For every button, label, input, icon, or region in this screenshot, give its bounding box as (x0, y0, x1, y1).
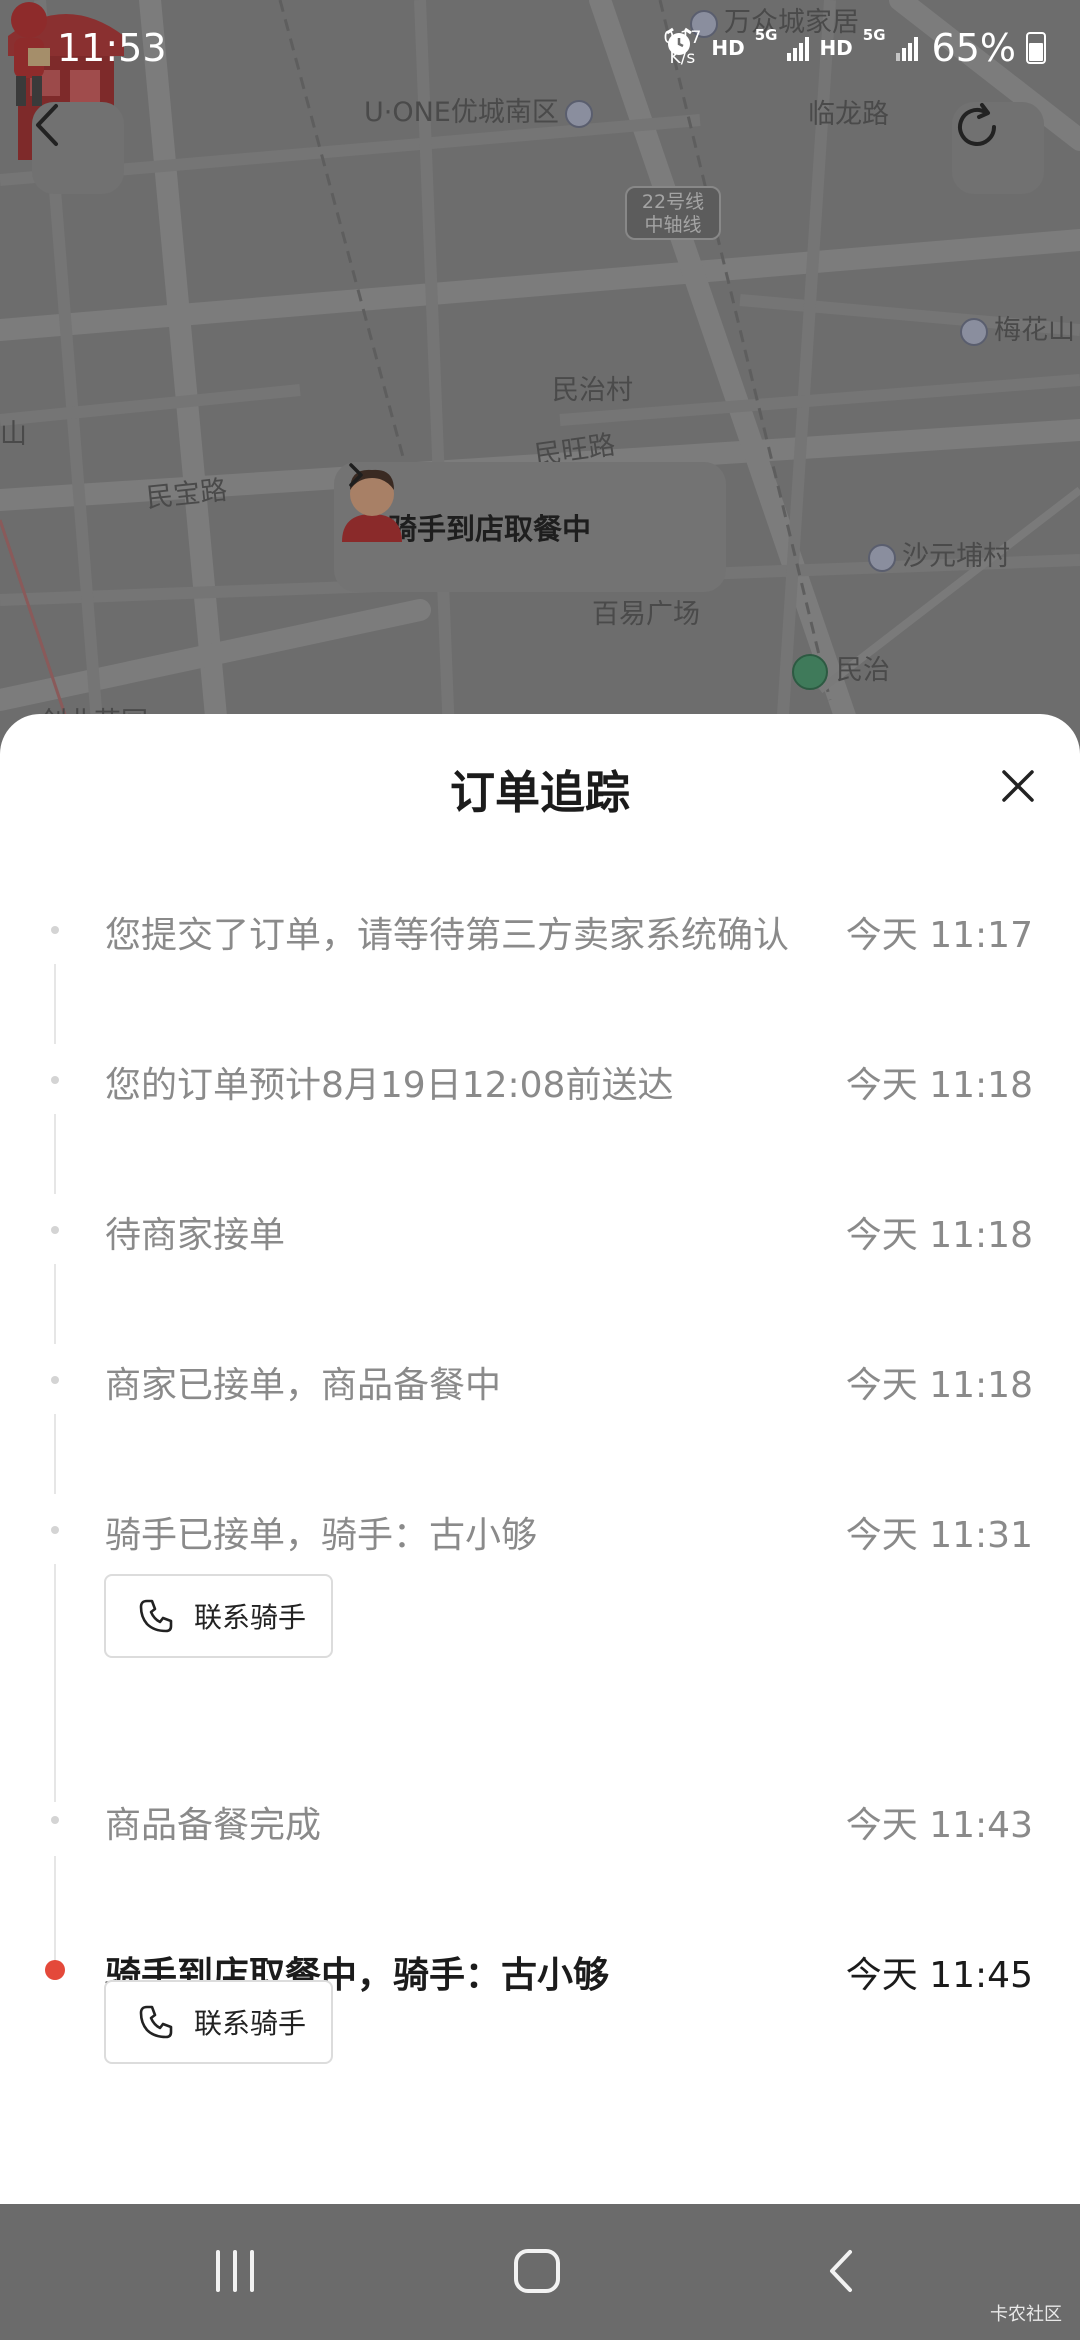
map-label-shan: 山 (0, 419, 27, 450)
map-label-minzhicun: 民治村 (552, 375, 633, 406)
map-label-text: 民治 (836, 655, 890, 686)
sheet-title: 订单追踪 (449, 766, 630, 819)
rider-avatar-icon (342, 469, 402, 542)
map-label-minzhi: 民治 (792, 648, 890, 690)
map-label-text: 梅花山 (994, 315, 1075, 346)
map-label-shayuan: 沙元埔村 (868, 534, 1010, 573)
home-icon[interactable] (512, 2248, 562, 2294)
order-tracking-sheet: 订单追踪 您提交了订单，请等待第三方卖家系统确认 今天 11:17 您的订单预计… (0, 714, 1080, 2204)
timeline-connector (54, 1414, 56, 1494)
contact-rider-label: 联系骑手 (194, 2007, 307, 2040)
back-button[interactable] (32, 102, 124, 194)
contact-rider-button[interactable]: 联系骑手 (104, 1574, 333, 1658)
timeline-connector (54, 1114, 56, 1194)
back-arrow-icon (36, 104, 58, 146)
timeline-connector (54, 964, 56, 1044)
rider-status-bubble[interactable]: 骑手到店取餐中 (334, 462, 726, 592)
status-bar: 11:53 0.17K/s HD 5G HD 5G 65% (0, 0, 1080, 100)
timeline-dot (51, 1226, 59, 1234)
timeline-event-time: 今天 11:17 (845, 915, 1033, 956)
contact-rider-label: 联系骑手 (194, 1601, 307, 1634)
status-icons: 0.17K/s HD 5G HD 5G 65% (663, 26, 1046, 70)
timeline-dot (51, 1376, 59, 1384)
map-label-text: U·ONE优城南区 (364, 97, 559, 128)
5g-label-1: 5G (754, 26, 778, 44)
phone-icon (139, 2005, 173, 2039)
timeline-dot-active (45, 1960, 65, 1980)
phone-icon (139, 1599, 173, 1633)
metro-line-badge: 22号线 中轴线 (625, 186, 721, 240)
system-navigation-bar: 卡农社区 (0, 2204, 1080, 2340)
timeline-event-text: 商品备餐完成 (105, 1805, 322, 1846)
timeline-dot (51, 926, 59, 934)
metro-line-name-2: 中轴线 (644, 214, 702, 236)
timeline-connector (54, 1564, 56, 1802)
timeline-connector (54, 1856, 56, 1976)
contact-rider-button[interactable]: 联系骑手 (104, 1980, 333, 2064)
refresh-button[interactable] (952, 102, 1044, 194)
map-label-text: 沙元埔村 (902, 541, 1010, 572)
status-time: 11:53 (57, 26, 167, 70)
watermark: 卡农社区 (990, 2304, 1062, 2325)
signal-icon-2 (895, 35, 918, 61)
poi-icon (564, 99, 593, 128)
timeline-event-text: 商家已接单，商品备餐中 (105, 1365, 502, 1406)
timeline-event-time: 今天 11:18 (845, 1365, 1033, 1406)
timeline-event-time: 今天 11:43 (845, 1805, 1033, 1846)
rider-status-text: 骑手到店取餐中 (388, 512, 592, 546)
hd-label-2: HD (819, 36, 853, 60)
timeline-event-text: 待商家接单 (105, 1215, 286, 1256)
timeline-connector (54, 1264, 56, 1344)
poi-icon (868, 543, 896, 572)
back-nav-icon[interactable] (826, 2248, 856, 2294)
recent-apps-icon[interactable] (212, 2248, 258, 2294)
timeline-event-text: 您提交了订单，请等待第三方卖家系统确认 (105, 915, 790, 956)
battery-percent: 65% (931, 26, 1016, 70)
hd-label-1: HD (711, 36, 745, 60)
refresh-icon (958, 103, 996, 146)
metro-line-name: 22号线 (641, 191, 705, 213)
timeline-event-time: 今天 11:31 (845, 1515, 1033, 1556)
metro-station-icon (792, 653, 828, 690)
close-icon[interactable] (998, 766, 1038, 806)
poi-icon (960, 317, 988, 346)
timeline-event-time: 今天 11:18 (845, 1215, 1033, 1256)
timeline-event-text: 骑手已接单，骑手：古小够 (105, 1515, 538, 1556)
map-label-meihua: 梅花山 (960, 308, 1075, 347)
timeline-event-time: 今天 11:45 (845, 1955, 1033, 1996)
timeline-dot (51, 1816, 59, 1824)
chevron-right-icon (349, 463, 363, 487)
signal-icon-1 (787, 35, 810, 61)
timeline-event-text: 您的订单预计8月19日12:08前送达 (105, 1065, 674, 1106)
alarm-icon (666, 27, 693, 55)
map-view[interactable]: 万众城家居 U·ONE优城南区 临龙路 22号线 中轴线 梅花山 民治村 民旺路 … (0, 0, 1080, 760)
battery-icon (1026, 32, 1046, 64)
timeline-dot (51, 1526, 59, 1534)
map-label-baiyi: 百易广场 (592, 599, 700, 630)
timeline-event-time: 今天 11:18 (845, 1065, 1033, 1106)
5g-label-2: 5G (862, 26, 886, 44)
timeline-dot (51, 1076, 59, 1084)
